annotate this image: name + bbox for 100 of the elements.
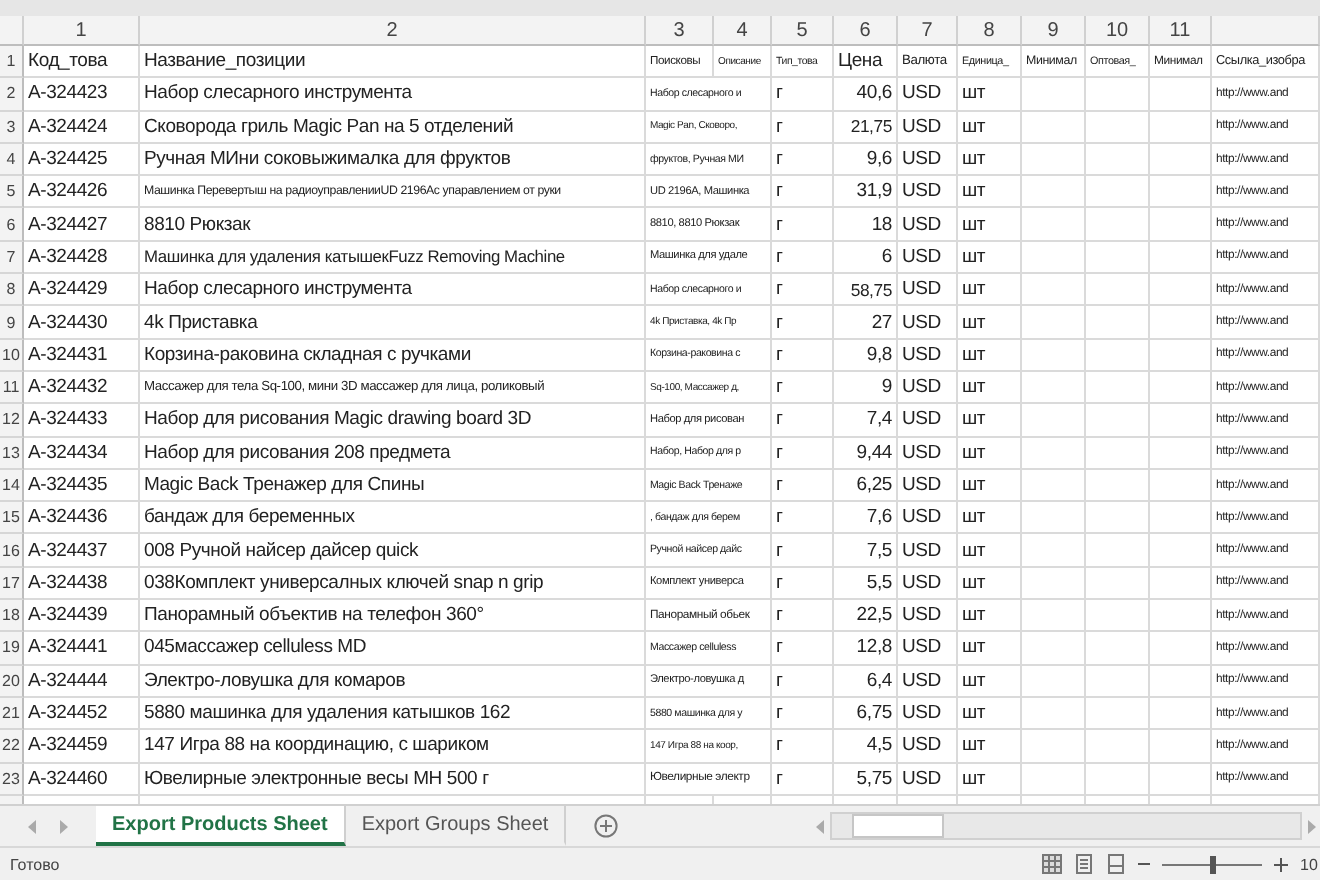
normal-view-icon[interactable] (1042, 854, 1062, 874)
empty-cell (1086, 111, 1150, 144)
table-cell: USD (898, 763, 958, 796)
zoom-in-icon[interactable] (1274, 857, 1288, 871)
table-cell: шт (958, 404, 1022, 438)
table-cell: г (772, 502, 834, 535)
row-header[interactable]: 8 (0, 274, 24, 307)
page-layout-icon[interactable] (1074, 854, 1094, 874)
empty-cell (1022, 274, 1086, 307)
table-cell: г (772, 111, 834, 144)
empty-cell (1150, 437, 1212, 470)
table-cell: A-324425 (24, 143, 140, 177)
empty-cell (1022, 371, 1086, 405)
row-header[interactable]: 19 (0, 632, 24, 666)
column-header[interactable]: 4 (714, 16, 772, 46)
zoom-out-icon[interactable] (1138, 858, 1150, 870)
column-header[interactable]: 3 (646, 16, 714, 46)
row-header[interactable]: 18 (0, 600, 24, 633)
row-header[interactable]: 3 (0, 111, 24, 144)
row-header[interactable]: 1 (0, 46, 24, 79)
table-cell: шт (958, 567, 1022, 601)
table-cell: 4k Приставка (140, 306, 646, 340)
column-header[interactable]: 7 (898, 16, 958, 46)
table-cell: A-324431 (24, 339, 140, 372)
column-header[interactable]: 10 (1086, 16, 1150, 46)
empty-cell (1086, 404, 1150, 438)
table-cell: г (772, 404, 834, 438)
row-header[interactable]: 13 (0, 437, 24, 470)
row-header[interactable]: 11 (0, 371, 24, 405)
select-all-corner[interactable] (0, 16, 24, 46)
empty-cell (1086, 306, 1150, 340)
column-header[interactable]: 1 (24, 16, 140, 46)
column-header[interactable]: 11 (1150, 16, 1212, 46)
table-cell: г (772, 176, 834, 209)
empty-cell (1086, 339, 1150, 372)
zoom-level: 10 (1300, 855, 1320, 873)
row-header[interactable]: 14 (0, 469, 24, 503)
empty-cell (1022, 534, 1086, 568)
table-cell: A-324424 (24, 111, 140, 144)
table-cell: 18 (834, 208, 898, 242)
row-header[interactable]: 9 (0, 306, 24, 340)
table-cell: шт (958, 306, 1022, 340)
row-header[interactable]: 16 (0, 534, 24, 568)
empty-cell (1022, 502, 1086, 535)
table-cell: Набор для рисования 208 предмета (140, 437, 646, 470)
add-sheet-icon[interactable] (594, 814, 619, 838)
previous-sheet-icon[interactable] (28, 819, 38, 833)
table-cell: г (772, 274, 834, 307)
page-break-icon[interactable] (1106, 854, 1126, 874)
table-cell: 5,5 (834, 567, 898, 601)
row-header[interactable]: 12 (0, 404, 24, 438)
scroll-left-icon[interactable] (816, 819, 826, 833)
table-cell: A-324452 (24, 697, 140, 731)
horizontal-scrollbar[interactable] (830, 812, 1302, 840)
table-cell: USD (898, 632, 958, 666)
next-sheet-icon[interactable] (58, 819, 68, 833)
column-header[interactable]: 6 (834, 16, 898, 46)
table-cell: шт (958, 437, 1022, 470)
row-header[interactable]: 7 (0, 241, 24, 275)
empty-cell (1150, 176, 1212, 209)
table-cell: шт (958, 534, 1022, 568)
table-cell: USD (898, 730, 958, 764)
table-cell: USD (898, 208, 958, 242)
row-header[interactable]: 22 (0, 730, 24, 764)
row-header[interactable]: 20 (0, 665, 24, 698)
empty-cell (1086, 730, 1150, 764)
column-header[interactable] (1212, 16, 1320, 46)
row-header[interactable]: 2 (0, 78, 24, 112)
table-cell: 40,6 (834, 78, 898, 112)
empty-cell (1022, 600, 1086, 633)
row-header[interactable]: 15 (0, 502, 24, 535)
column-header[interactable]: 5 (772, 16, 834, 46)
row-header[interactable]: 10 (0, 339, 24, 372)
row-header[interactable]: 5 (0, 176, 24, 209)
empty-cell (1086, 176, 1150, 209)
column-header[interactable]: 9 (1022, 16, 1086, 46)
empty-cell (1022, 404, 1086, 438)
table-cell: A-324459 (24, 730, 140, 764)
sheet-tab[interactable]: Export Products Sheet (96, 806, 346, 846)
empty-cell (1022, 665, 1086, 698)
row-header[interactable]: 17 (0, 567, 24, 601)
table-cell: USD (898, 371, 958, 405)
table-cell: 6,4 (834, 665, 898, 698)
empty-cell (1150, 274, 1212, 307)
table-cell: 9,8 (834, 339, 898, 372)
table-cell: 038Комплект универсалных ключей snap n grip (140, 567, 646, 601)
table-cell: A-324441 (24, 632, 140, 666)
column-header[interactable]: 8 (958, 16, 1022, 46)
column-header[interactable]: 2 (140, 16, 646, 46)
table-cell: шт (958, 111, 1022, 144)
row-header[interactable]: 21 (0, 697, 24, 731)
empty-cell (1022, 632, 1086, 666)
row-header[interactable]: 4 (0, 143, 24, 177)
zoom-slider-thumb[interactable] (1210, 855, 1216, 873)
row-header[interactable]: 23 (0, 763, 24, 796)
row-header[interactable]: 6 (0, 208, 24, 242)
table-cell: A-324438 (24, 567, 140, 601)
table-cell: 58,75 (834, 274, 898, 307)
empty-cell (1086, 763, 1150, 796)
scroll-right-icon[interactable] (1306, 819, 1316, 833)
